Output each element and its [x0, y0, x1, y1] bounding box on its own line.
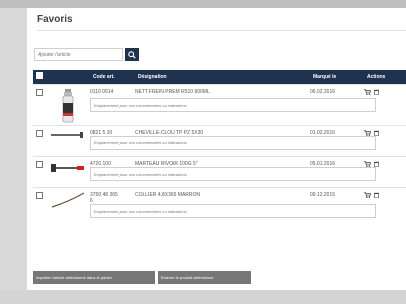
article-code: 0821 5 30: [90, 124, 135, 136]
article-code-cell: 3750 48 365 6: [90, 187, 135, 205]
row-checkbox[interactable]: [36, 160, 43, 168]
col-marked-date: Marqué le: [313, 73, 337, 80]
remove-selected-button[interactable]: Enlever le produit sélectionné: [158, 271, 251, 284]
table-row: 3750 48 365 6 COLLIER 4,8X365 MARRON 09.…: [33, 187, 406, 225]
row-select-cell: [33, 124, 46, 157]
row-actions: [364, 83, 406, 99]
cart-icon[interactable]: [364, 129, 371, 136]
nail-anchor-image: [51, 131, 83, 138]
spray-can-image: [62, 88, 74, 122]
comment-input[interactable]: [90, 204, 376, 219]
product-thumbnail: [46, 124, 90, 157]
article-designation: NETT.FREIN PREM R510 600ML: [135, 83, 310, 99]
article-designation: COLLIER 4,8X365 MARRON: [135, 187, 310, 205]
table-row: 4720 100 MARTEAU RIVOIR 100G 5" 05.01.20…: [33, 155, 406, 188]
marked-date: 09.12.2015: [310, 187, 364, 205]
comment-input[interactable]: [90, 98, 376, 113]
row-actions: [364, 187, 406, 205]
row-select-cell: [33, 187, 46, 225]
comment-cell: [90, 135, 406, 157]
search-button[interactable]: [125, 48, 139, 61]
article-code: 0110 0914: [90, 83, 135, 99]
row-select-cell: [33, 83, 46, 125]
favorites-panel: Favoris Code art. Désignation Marqué le …: [27, 8, 406, 290]
marked-date: 05.01.2016: [310, 155, 364, 168]
product-thumbnail: [46, 155, 90, 188]
col-designation: Désignation: [138, 73, 167, 80]
row-checkbox[interactable]: [36, 192, 43, 200]
col-code: Code art.: [93, 73, 115, 80]
article-code: 4720 100: [90, 155, 135, 168]
col-actions: Actions: [367, 73, 386, 80]
cart-icon[interactable]: [364, 161, 371, 167]
trash-icon[interactable]: [374, 89, 380, 95]
comment-input[interactable]: [90, 135, 376, 150]
col-image: [46, 70, 90, 84]
bottom-background: [0, 290, 406, 304]
hammer-image: [51, 163, 84, 172]
trash-icon[interactable]: [374, 192, 380, 199]
select-all-cell: [33, 70, 46, 84]
import-to-cart-button[interactable]: Importer l'article sélectionné dans le p…: [33, 271, 155, 284]
comment-input[interactable]: [90, 167, 376, 182]
comment-cell: [90, 98, 406, 125]
row-select-cell: [33, 155, 46, 188]
top-bar: [0, 0, 406, 8]
trash-icon[interactable]: [374, 130, 380, 136]
table-row: 0821 5 30 CHEVILLE-CLOU TP PZ 5X30 01.02…: [33, 124, 406, 157]
favorites-table: Code art. Désignation Marqué le Actions: [33, 70, 406, 225]
left-background: [0, 8, 27, 304]
select-all-checkbox[interactable]: [36, 72, 43, 80]
add-article-input[interactable]: [34, 48, 123, 61]
row-checkbox[interactable]: [36, 129, 43, 137]
article-designation: CHEVILLE-CLOU TP PZ 5X30: [135, 124, 310, 136]
comment-cell: [90, 204, 406, 224]
trash-icon[interactable]: [374, 161, 380, 167]
marked-date: 01.02.2016: [310, 124, 364, 136]
title-divider: [37, 30, 406, 31]
article-designation: MARTEAU RIVOIR 100G 5": [135, 155, 310, 168]
search-icon: [128, 50, 136, 59]
product-thumbnail: [46, 187, 90, 225]
row-checkbox[interactable]: [36, 88, 43, 96]
marked-date: 06.02.2016: [310, 83, 364, 99]
cart-icon[interactable]: [364, 192, 371, 199]
table-row: 0110 0914 NETT.FREIN PREM R510 600ML 06.…: [33, 83, 406, 125]
row-actions: [364, 155, 406, 168]
cable-tie-image: [51, 192, 85, 208]
comment-cell: [90, 167, 406, 188]
page-title: Favoris: [37, 14, 73, 25]
row-actions: [364, 124, 406, 136]
table-header: Code art. Désignation Marqué le Actions: [33, 70, 406, 84]
cart-icon[interactable]: [364, 88, 371, 95]
product-thumbnail: [46, 83, 90, 125]
